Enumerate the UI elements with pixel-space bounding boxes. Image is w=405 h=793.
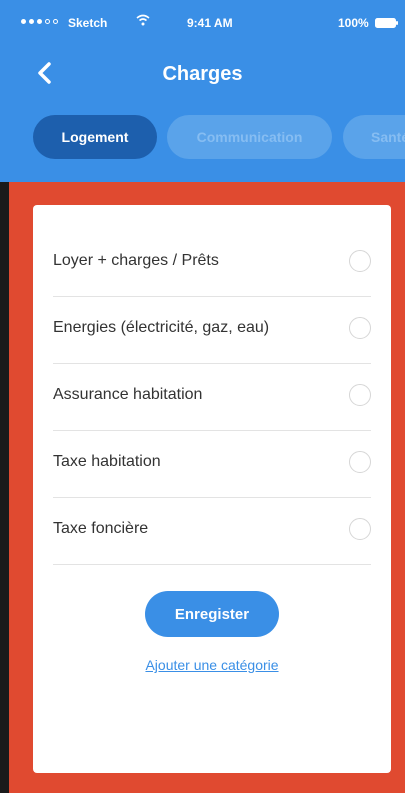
save-button[interactable]: Enregister	[145, 591, 279, 637]
charges-list: Loyer + charges / Prêts Energies (électr…	[53, 230, 371, 565]
category-tabs: Logement Communication Santé	[0, 115, 405, 159]
signal-dots-icon	[21, 19, 58, 24]
radio-button[interactable]	[349, 384, 371, 406]
radio-button[interactable]	[349, 250, 371, 272]
list-item-label: Loyer + charges / Prêts	[53, 252, 219, 269]
add-category-link[interactable]: Ajouter une catégorie	[33, 657, 391, 673]
battery-percent: 100%	[338, 16, 369, 30]
list-item-label: Taxe habitation	[53, 453, 161, 470]
page-title: Charges	[162, 63, 243, 85]
left-edge-divider	[0, 182, 9, 793]
tab-communication[interactable]: Communication	[167, 115, 332, 159]
list-item-energies[interactable]: Energies (électricité, gaz, eau)	[53, 297, 371, 364]
radio-button[interactable]	[349, 451, 371, 473]
app-screen: Sketch 9:41 AM 100% Charges Logement Com…	[0, 0, 405, 793]
wifi-icon	[136, 14, 150, 26]
list-item-label: Energies (électricité, gaz, eau)	[53, 319, 270, 336]
list-item-label: Taxe foncière	[53, 520, 149, 537]
radio-button[interactable]	[349, 317, 371, 339]
list-item-label: Assurance habitation	[53, 386, 203, 403]
tab-logement[interactable]: Logement	[33, 115, 157, 159]
list-item-assurance[interactable]: Assurance habitation	[53, 364, 371, 431]
list-item-taxe-habitation[interactable]: Taxe habitation	[53, 431, 371, 498]
charges-card: Loyer + charges / Prêts Energies (électr…	[33, 205, 391, 773]
status-time: 9:41 AM	[187, 16, 233, 30]
carrier-label: Sketch	[68, 16, 108, 30]
list-item-loyer[interactable]: Loyer + charges / Prêts	[53, 230, 371, 297]
header: Sketch 9:41 AM 100% Charges Logement Com…	[0, 0, 405, 182]
tab-sante[interactable]: Santé	[343, 115, 405, 159]
radio-button[interactable]	[349, 518, 371, 540]
battery-icon	[375, 18, 398, 28]
list-item-taxe-fonciere[interactable]: Taxe foncière	[53, 498, 371, 565]
status-bar: Sketch 9:41 AM 100%	[0, 0, 405, 52]
